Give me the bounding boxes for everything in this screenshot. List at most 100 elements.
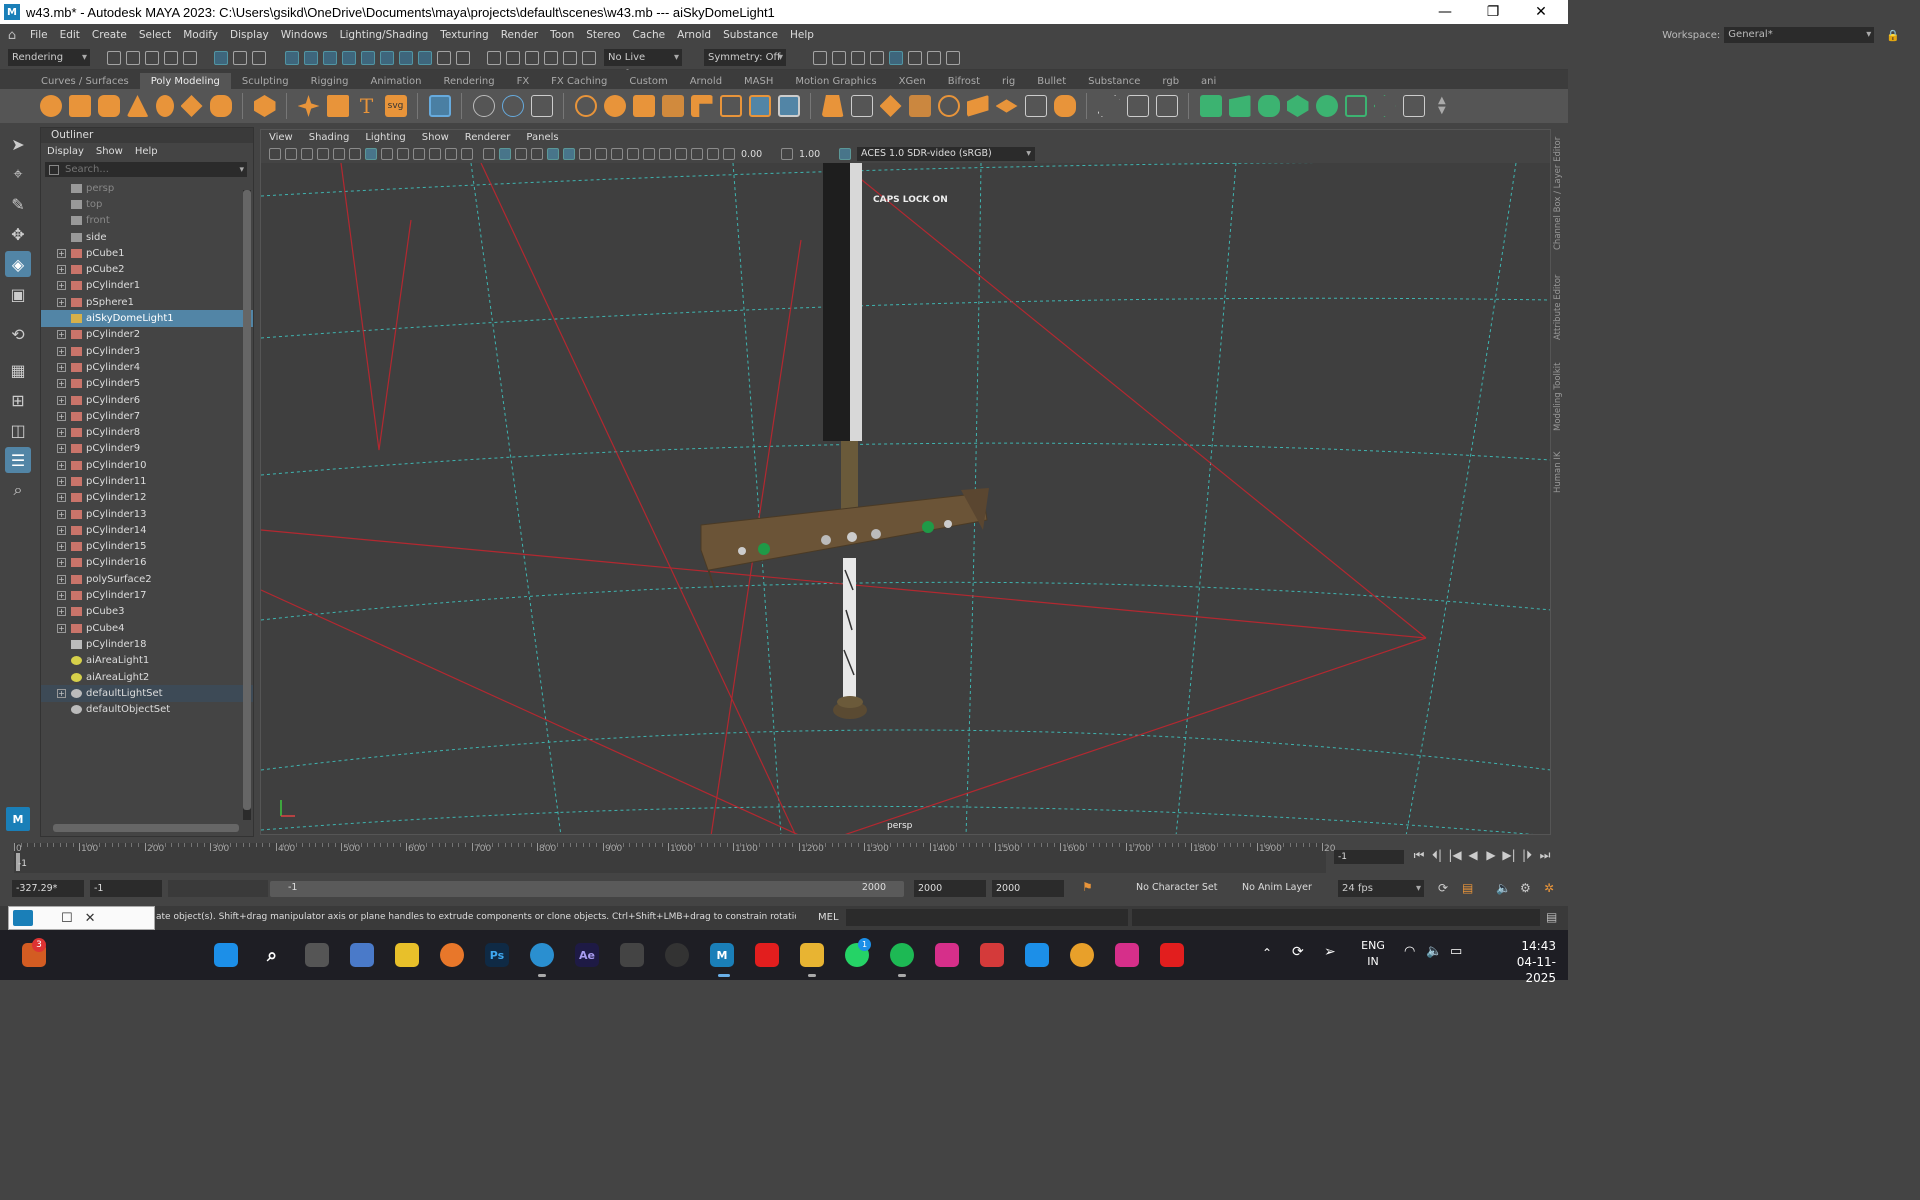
go-to-start-button[interactable]: ⏮: [1412, 848, 1426, 863]
after-effects-icon[interactable]: Ae: [575, 943, 599, 967]
outliner-vscrollbar[interactable]: [243, 190, 251, 820]
clock[interactable]: 14:43 04-11-2025: [1496, 938, 1556, 986]
auto-map-icon[interactable]: [1286, 95, 1309, 117]
outliner-item[interactable]: aiSkyDomeLight1: [41, 310, 253, 327]
menu-create[interactable]: Create: [86, 29, 133, 41]
battery-icon[interactable]: ▭: [1450, 944, 1462, 959]
shadows-icon[interactable]: [579, 148, 591, 160]
expand-icon[interactable]: +: [57, 281, 66, 291]
duplicate-face-icon[interactable]: [966, 95, 989, 117]
snap-curve-icon[interactable]: [303, 50, 318, 65]
poly-disc-icon[interactable]: [209, 95, 232, 117]
exposure-icon[interactable]: [723, 148, 735, 160]
shelf-tab-motion-graphics[interactable]: Motion Graphics: [784, 73, 887, 89]
outliner-item[interactable]: + pCylinder10: [41, 457, 253, 473]
character-icon[interactable]: ✲: [1544, 881, 1554, 895]
outliner-item[interactable]: + pCylinder13: [41, 506, 253, 522]
select-component-icon[interactable]: [251, 50, 266, 65]
outliner-item[interactable]: + polySurface2: [41, 571, 253, 587]
move-tool-icon[interactable]: ✥: [5, 221, 31, 247]
menu-render[interactable]: Render: [495, 29, 544, 41]
bevel-icon[interactable]: [850, 95, 873, 117]
shelf-tab-poly-modeling[interactable]: Poly Modeling: [139, 73, 231, 89]
youtube-icon[interactable]: [755, 943, 779, 967]
types-icon[interactable]: [428, 95, 451, 117]
antialiasing-icon[interactable]: [627, 148, 639, 160]
triangulate-icon[interactable]: [1024, 95, 1047, 117]
boolean-difference-icon[interactable]: [603, 95, 626, 117]
separate-icon[interactable]: [501, 95, 524, 117]
outliner-item[interactable]: + pSphere1: [41, 294, 253, 310]
menu-edit[interactable]: Edit: [54, 29, 86, 41]
outliner-item[interactable]: + pCylinder6: [41, 392, 253, 408]
uv-editor-icon[interactable]: [1199, 95, 1222, 117]
workspace-dropdown[interactable]: General*: [1724, 27, 1875, 43]
outliner-menu-show[interactable]: Show: [90, 146, 129, 157]
grease-pencil-icon[interactable]: [349, 148, 361, 160]
menu-file[interactable]: File: [24, 29, 54, 41]
poly-plane-icon[interactable]: [180, 95, 203, 117]
shelf-tab-substance[interactable]: Substance: [1077, 73, 1151, 89]
shelf-tab-xgen[interactable]: XGen: [888, 73, 937, 89]
vp-menu-lighting[interactable]: Lighting: [357, 132, 413, 143]
menu-stereo[interactable]: Stereo: [580, 29, 626, 41]
outliner-item[interactable]: + pCylinder3: [41, 343, 253, 359]
sticky-app-icon[interactable]: [395, 943, 419, 967]
isolate-select-icon[interactable]: [659, 148, 671, 160]
outliner-item[interactable]: aiAreaLight1: [41, 653, 253, 669]
taskbar-search-icon[interactable]: ⌕: [260, 943, 284, 967]
open-scene-icon[interactable]: [125, 50, 140, 65]
depth-of-field-icon[interactable]: [643, 148, 655, 160]
step-back-key-button[interactable]: ⏴|: [1430, 848, 1444, 863]
bridge-icon[interactable]: [690, 95, 713, 117]
instagram-2-icon[interactable]: [1115, 943, 1139, 967]
pause-icon[interactable]: [945, 50, 960, 65]
reflection-icon[interactable]: [562, 50, 577, 65]
photoshop-icon[interactable]: Ps: [485, 943, 509, 967]
redo-icon[interactable]: [182, 50, 197, 65]
outliner-item[interactable]: top: [41, 196, 253, 212]
poke-icon[interactable]: [908, 95, 931, 117]
boolean-union-icon[interactable]: [574, 95, 597, 117]
menu-arnold[interactable]: Arnold: [671, 29, 717, 41]
current-frame-field[interactable]: -1: [1334, 850, 1404, 864]
tray-overflow-icon[interactable]: ⌃: [1262, 946, 1272, 960]
character-set-dropdown[interactable]: No Character Set: [1136, 882, 1217, 893]
shelf-tab-rigging[interactable]: Rigging: [300, 73, 360, 89]
outliner-menu-help[interactable]: Help: [129, 146, 164, 157]
go-to-end-button[interactable]: ⏭: [1538, 848, 1552, 863]
multi-cut-icon[interactable]: [1097, 95, 1120, 117]
location-icon[interactable]: ➢: [1324, 944, 1336, 960]
camera-attributes-icon[interactable]: [285, 148, 297, 160]
outliner-item[interactable]: + pCylinder5: [41, 376, 253, 392]
snap-view-plane-icon[interactable]: [341, 50, 356, 65]
outliner-search-input[interactable]: [65, 164, 240, 175]
blender-icon[interactable]: [440, 943, 464, 967]
chrome-icon[interactable]: [1070, 943, 1094, 967]
step-forward-key-button[interactable]: |⏵: [1520, 848, 1534, 863]
wifi-icon[interactable]: ◠: [1404, 944, 1415, 959]
script-editor-icon[interactable]: ▤: [1546, 910, 1557, 924]
select-object-icon[interactable]: [232, 50, 247, 65]
expand-icon[interactable]: +: [57, 574, 66, 584]
expand-icon[interactable]: +: [57, 411, 66, 421]
rotate-tool-icon[interactable]: ◈: [5, 251, 31, 277]
exposure-field[interactable]: 0.00: [737, 148, 779, 161]
restore-icon[interactable]: ☐: [61, 911, 73, 926]
time-ruler[interactable]: 0 100 200 300 400 500 600 700 800 900 1000 1100 1200…: [14, 843, 1335, 873]
viewport-persp[interactable]: View Shading Lighting Show Renderer Pane…: [260, 129, 1551, 835]
save-scene-icon[interactable]: [144, 50, 159, 65]
live-surface-field[interactable]: No Live Surface: [604, 49, 682, 80]
expand-icon[interactable]: +: [57, 330, 66, 340]
wireframe-icon[interactable]: [483, 148, 495, 160]
shelf-tab-curves-surfaces[interactable]: Curves / Surfaces: [30, 73, 140, 89]
construction-history-icon[interactable]: [524, 50, 539, 65]
snap-grid-icon[interactable]: [284, 50, 299, 65]
menu-windows[interactable]: Windows: [275, 29, 334, 41]
safe-title-icon[interactable]: [461, 148, 473, 160]
menu-texturing[interactable]: Texturing: [434, 29, 494, 41]
menu-modify[interactable]: Modify: [177, 29, 224, 41]
expand-icon[interactable]: +: [57, 509, 66, 519]
expand-icon[interactable]: +: [57, 623, 66, 633]
step-back-frame-button[interactable]: |◀: [1448, 848, 1462, 863]
